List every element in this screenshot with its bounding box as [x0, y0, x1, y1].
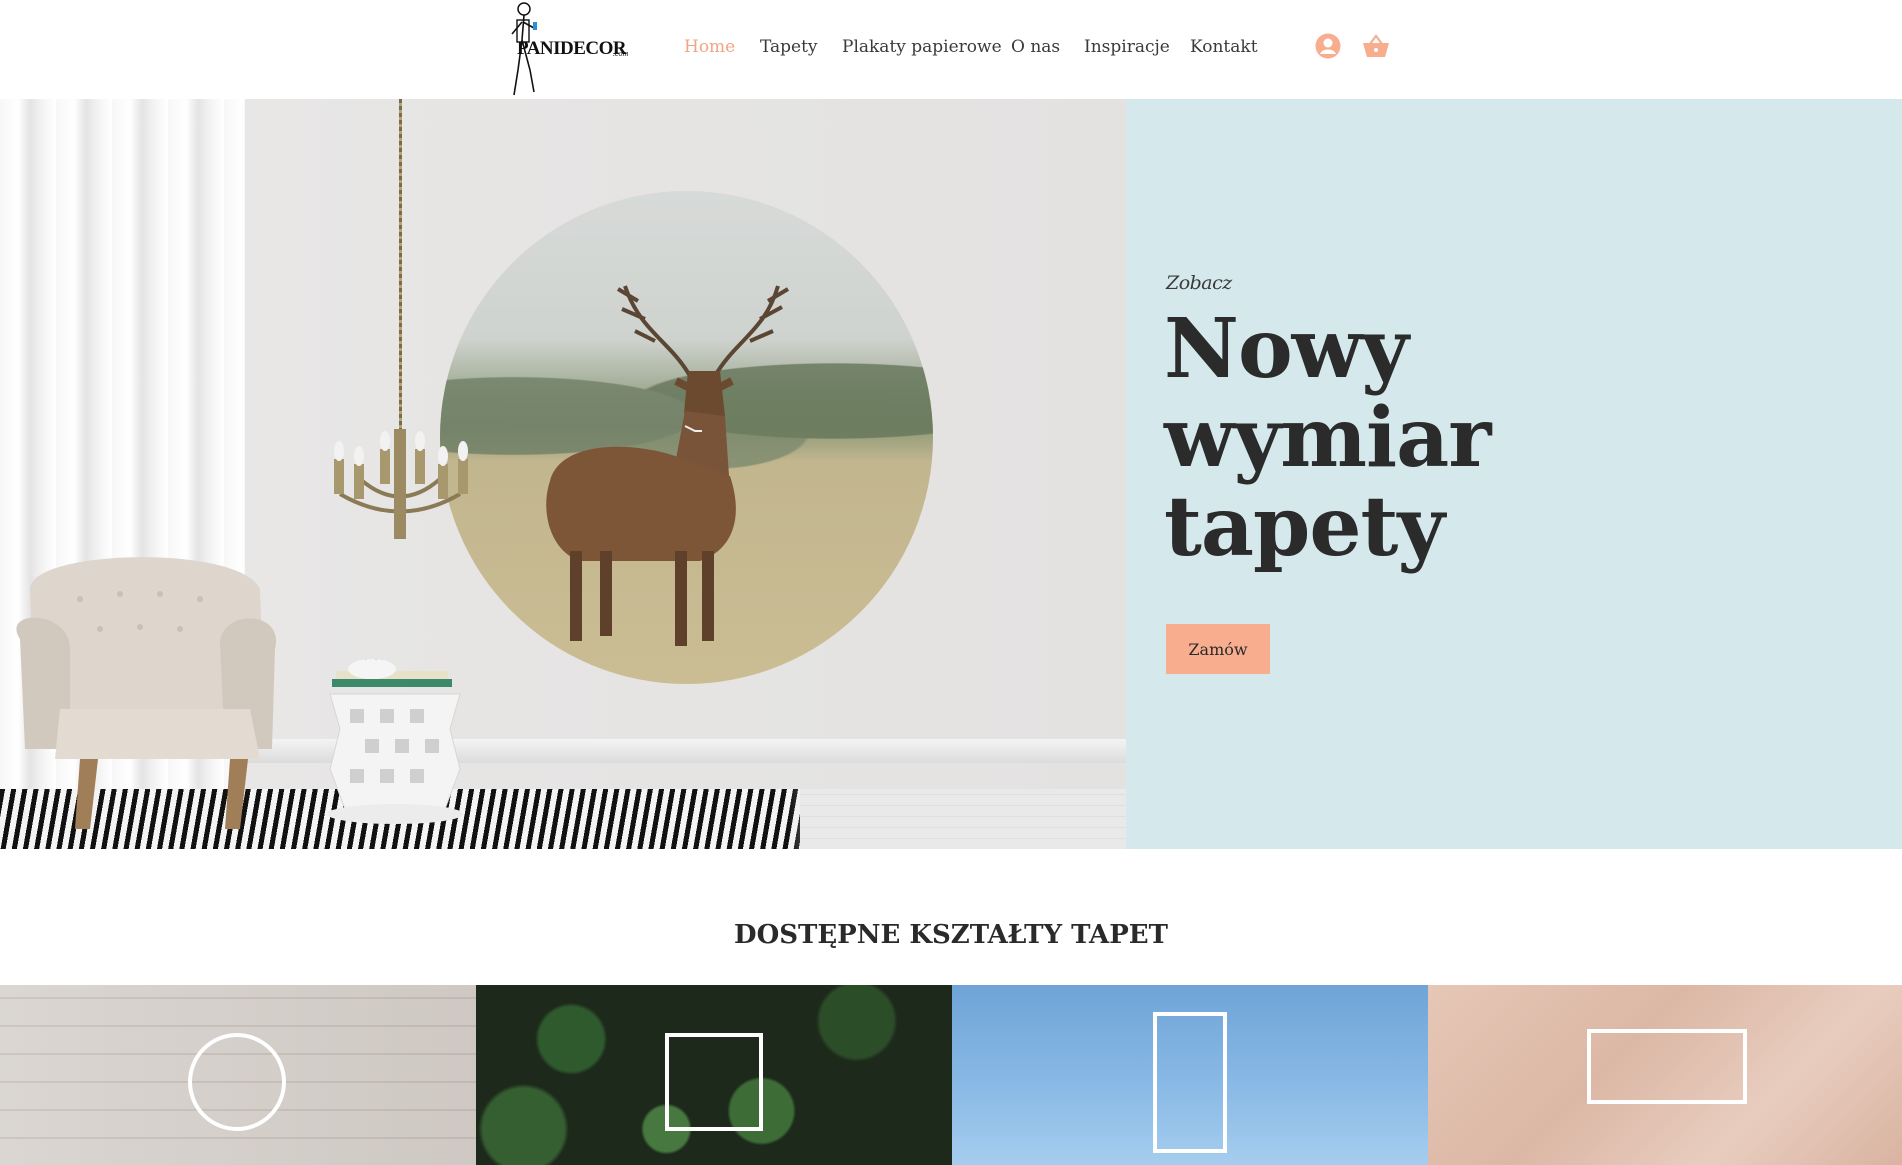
site-header: PANIDECOR .com Home Tapety Plakaty papie…	[0, 0, 1902, 99]
nav-item-o-nas[interactable]: O nas	[1011, 37, 1060, 57]
armchair	[16, 557, 277, 829]
nav-item-plakaty[interactable]: Plakaty papierowe	[842, 37, 1002, 57]
deer-illustration	[546, 285, 790, 646]
shape-tile-wide-rectangle[interactable]	[1428, 985, 1902, 1165]
shape-tile-circle[interactable]	[0, 985, 476, 1165]
chandelier-chain	[399, 99, 402, 429]
hero-title-line-3: tapety	[1164, 479, 1445, 575]
logo-suffix: .com	[613, 49, 629, 58]
nav-item-tapety[interactable]: Tapety	[760, 37, 818, 57]
site-logo[interactable]: PANIDECOR .com	[500, 0, 635, 98]
order-button[interactable]: Zamów	[1166, 624, 1270, 674]
shape-tile-tall-rectangle[interactable]	[952, 985, 1428, 1165]
user-avatar-icon[interactable]	[1315, 33, 1341, 59]
circle-shape-icon	[188, 1033, 286, 1131]
logo-wordmark: PANIDECOR	[517, 38, 627, 59]
shopping-basket-icon[interactable]	[1362, 33, 1390, 59]
wide-rectangle-shape-icon	[1587, 1029, 1747, 1104]
hero-image	[0, 99, 1126, 849]
nav-item-inspiracje[interactable]: Inspiracje	[1084, 37, 1170, 57]
nav-item-kontakt[interactable]: Kontakt	[1190, 37, 1258, 57]
chandelier	[334, 429, 468, 539]
hero-title-line-2: wymiar	[1164, 390, 1491, 486]
wood-floor	[800, 789, 1126, 849]
round-wallpaper-deer	[440, 191, 933, 684]
tall-rectangle-shape-icon	[1153, 1012, 1227, 1153]
shape-tile-square[interactable]	[476, 985, 952, 1165]
side-table	[327, 659, 463, 824]
hero-title: Nowy wymiar tapety	[1164, 305, 1684, 572]
square-shape-icon	[665, 1033, 763, 1131]
nav-item-home[interactable]: Home	[684, 37, 735, 57]
hero-title-line-1: Nowy	[1164, 301, 1409, 397]
hero-kicker: Zobacz	[1166, 272, 1232, 294]
shapes-section-title: DOSTĘPNE KSZTAŁTY TAPET	[734, 920, 1168, 950]
